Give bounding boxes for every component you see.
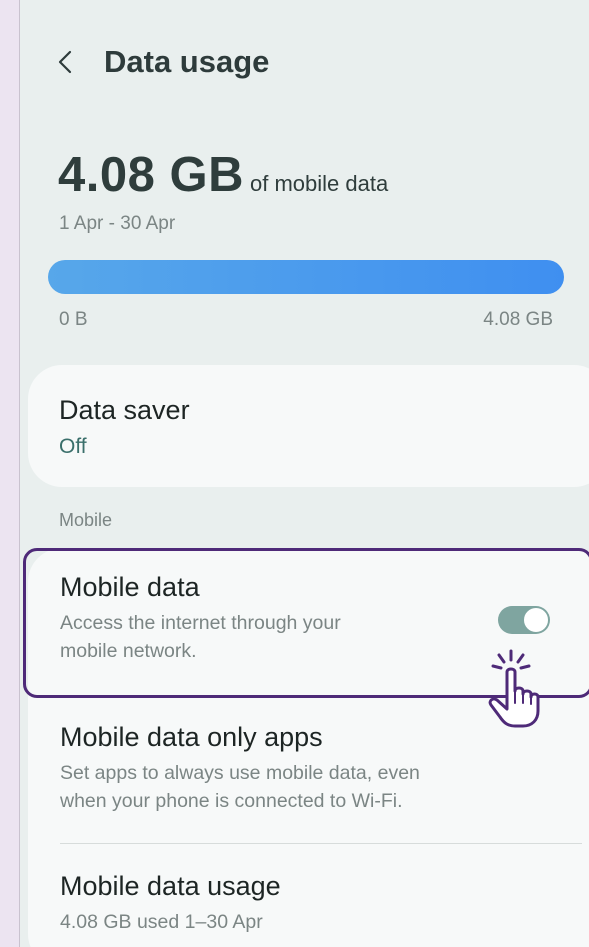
usage-progress-bar: [48, 260, 564, 294]
billing-period: 1 Apr - 30 Apr: [59, 213, 176, 234]
usage-amount: 4.08 GB: [58, 148, 244, 202]
mobile-data-title: Mobile data: [60, 572, 200, 602]
data-usage-screen: Data usage 4.08 GB of mobile data 1 Apr -…: [19, 0, 589, 947]
mobile-data-item[interactable]: Mobile data Access the internet through …: [60, 572, 341, 665]
data-saver-status: Off: [59, 435, 87, 458]
app-bar: Data usage: [58, 40, 269, 84]
mobile-data-only-apps-item[interactable]: Mobile data only apps Set apps to always…: [60, 722, 420, 815]
page-title: Data usage: [104, 44, 270, 79]
toggle-knob: [523, 607, 549, 633]
usage-progress-fill: [48, 260, 564, 294]
mobile-data-toggle[interactable]: [498, 606, 550, 634]
back-button[interactable]: [58, 40, 84, 84]
mobile-data-usage-title: Mobile data usage: [60, 871, 281, 901]
divider: [60, 843, 582, 844]
usage-summary: 4.08 GB of mobile data: [58, 147, 388, 203]
section-header-mobile: Mobile: [59, 510, 113, 530]
pointing-hand-icon: [488, 649, 540, 728]
chevron-left-icon: [58, 50, 72, 74]
data-saver-item[interactable]: Data saver Off: [28, 365, 589, 487]
mobile-data-description: Access the internet through your mobile …: [60, 609, 341, 665]
mobile-data-only-apps-description: Set apps to always use mobile data, even…: [60, 759, 420, 815]
mobile-data-description-line1: Access the internet through your: [60, 612, 341, 634]
mobile-data-only-apps-description-line1: Set apps to always use mobile data, even: [60, 762, 420, 784]
range-end-label: 4.08 GB: [483, 309, 553, 330]
mobile-data-usage-item[interactable]: Mobile data usage 4.08 GB used 1–30 Apr: [60, 871, 281, 936]
range-start-label: 0 B: [59, 309, 88, 330]
usage-suffix: of mobile data: [249, 171, 389, 196]
mobile-data-description-line2: mobile network.: [60, 640, 197, 662]
mobile-data-only-apps-title: Mobile data only apps: [60, 722, 323, 752]
data-saver-title: Data saver: [59, 395, 190, 425]
mobile-data-only-apps-description-line2: when your phone is connected to Wi-Fi.: [60, 790, 403, 812]
mobile-data-usage-description: 4.08 GB used 1–30 Apr: [60, 911, 263, 933]
